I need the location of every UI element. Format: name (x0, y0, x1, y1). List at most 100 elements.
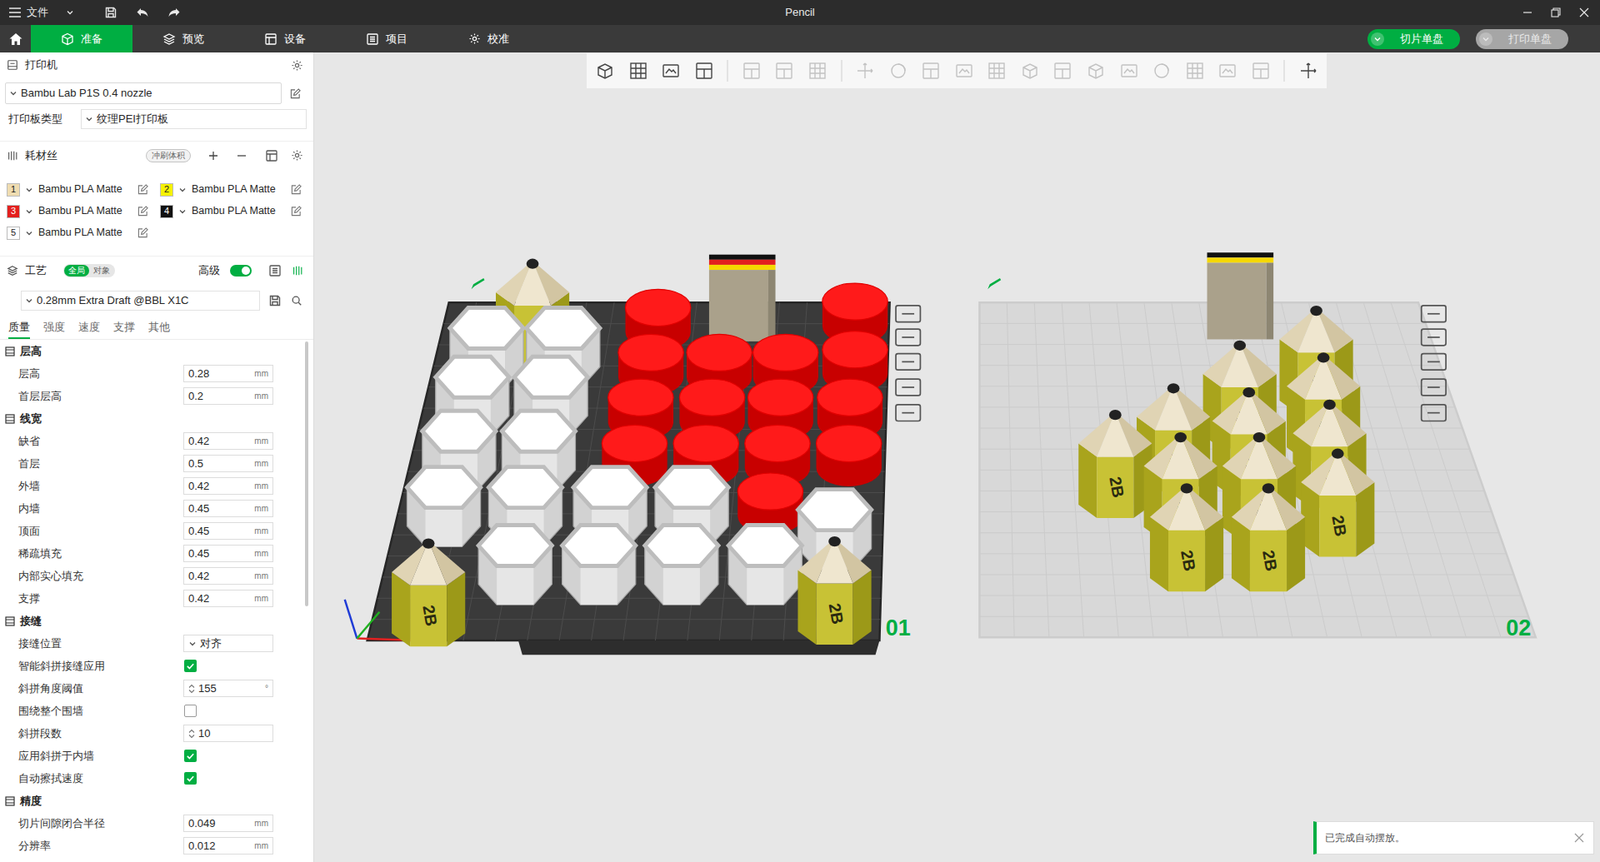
auto-orient-icon[interactable] (660, 60, 681, 81)
prime-tower[interactable] (709, 255, 776, 342)
build-plate[interactable]: 012B2B2B (345, 255, 921, 655)
setting-number[interactable]: 0.42mm (183, 432, 274, 450)
orient-icon[interactable] (895, 354, 920, 371)
printer-name[interactable]: Bambu Lab P1S 0.4 nozzle (20, 85, 153, 102)
device-icon[interactable] (264, 32, 278, 46)
home-icon[interactable] (0, 25, 31, 53)
edit-icon[interactable] (136, 184, 149, 196)
setting-spinner[interactable]: 10 (183, 725, 274, 743)
close-icon[interactable] (1578, 6, 1590, 19)
hexagon-model[interactable] (478, 525, 552, 606)
dropdown-icon[interactable] (1370, 32, 1385, 46)
plate-type-value[interactable]: 纹理PEI打印板 (96, 110, 169, 128)
preset-select[interactable]: 0.28mm Extra Draft @BBL X1C (20, 290, 260, 311)
support-paint-icon[interactable] (1052, 60, 1073, 81)
nav-tab[interactable]: 准备 (30, 25, 133, 53)
setting-number[interactable]: 0.5mm (183, 455, 274, 473)
edit-icon[interactable] (290, 205, 302, 218)
nav-tab[interactable]: 项目 (335, 25, 438, 53)
hexagon-model[interactable] (562, 525, 636, 606)
build-plate[interactable]: 022B2B2B2B2B2B2B2B2B2B2B2B (979, 252, 1535, 641)
setting-value[interactable]: 10 (198, 725, 269, 743)
chevron-icon[interactable] (178, 207, 187, 216)
setting-checkbox[interactable] (184, 750, 197, 763)
prime-tower[interactable] (1207, 252, 1275, 340)
plate-settings-icon[interactable] (895, 405, 920, 422)
setting-value[interactable]: 0.45 (188, 500, 251, 518)
nav-tab-label[interactable]: 预览 (182, 30, 205, 48)
chevron-icon[interactable] (85, 115, 94, 124)
nav-tab[interactable]: 预览 (132, 25, 235, 53)
action-label[interactable]: 打印单盘 (1499, 30, 1560, 48)
plus-icon[interactable] (206, 149, 220, 163)
gear-icon[interactable] (290, 149, 304, 163)
chevron-icon[interactable] (25, 229, 34, 238)
dropdown-icon[interactable] (1479, 32, 1493, 46)
compare-icon[interactable] (268, 264, 282, 278)
process-tab[interactable]: 其他 (148, 319, 170, 340)
scene[interactable]: 012B2B2B022B2B2B2B2B2B2B2B2B2B2B2B (314, 52, 1600, 862)
nav-tab-label[interactable]: 项目 (385, 30, 408, 48)
close-icon[interactable] (1573, 832, 1585, 845)
edit-icon[interactable] (136, 227, 149, 240)
pencil-model[interactable]: 2B (1231, 483, 1305, 592)
setting-checkbox[interactable] (184, 660, 197, 673)
setting-value[interactable]: 0.012 (188, 838, 251, 855)
seam-paint-icon[interactable] (1085, 60, 1106, 81)
setting-number[interactable]: 0.42mm (183, 590, 274, 608)
redo-icon[interactable] (166, 5, 182, 20)
sync-icon[interactable] (265, 149, 279, 163)
add-object-icon[interactable] (595, 60, 615, 81)
process-tab[interactable]: 强度 (43, 319, 65, 340)
pencil-model[interactable]: 2B (391, 538, 465, 647)
chevron-icon[interactable] (188, 640, 197, 649)
plate-type-select[interactable]: 纹理PEI打印板 (80, 109, 307, 130)
setting-checkbox[interactable] (184, 772, 197, 785)
project-icon[interactable] (365, 32, 380, 46)
text-icon[interactable] (1119, 60, 1140, 81)
edit-icon[interactable] (136, 205, 149, 218)
setting-value[interactable]: 0.2 (188, 388, 251, 405)
scrollbar-thumb[interactable] (305, 341, 309, 607)
tune-icon[interactable] (291, 265, 304, 277)
split-parts-icon[interactable] (774, 60, 795, 81)
setting-value[interactable]: 0.42 (188, 590, 251, 608)
hexagon-model[interactable] (406, 467, 480, 548)
rename-plate-icon[interactable] (471, 278, 485, 290)
setting-value[interactable]: 155 (198, 680, 262, 698)
filament-name[interactable]: Bambu PLA Matte (191, 181, 276, 198)
chevron-icon[interactable] (25, 296, 34, 305)
pencil-model[interactable]: 2B (1300, 449, 1375, 558)
process-tab[interactable]: 质量 (8, 319, 30, 340)
pencil-model[interactable]: 2B (797, 536, 871, 645)
setting-value[interactable]: 对齐 (200, 635, 269, 653)
calibration-icon[interactable] (467, 32, 481, 46)
arrange-icon[interactable] (895, 329, 920, 346)
filament-swatch[interactable]: 3 (6, 205, 20, 219)
setting-value[interactable]: 0.5 (188, 455, 251, 473)
edit-icon[interactable] (290, 184, 302, 196)
pencil-model[interactable]: 2B (1150, 483, 1224, 592)
spinner-icon[interactable] (188, 729, 195, 740)
filament-name[interactable]: Bambu PLA Matte (191, 203, 276, 220)
setting-number[interactable]: 0.2mm (183, 387, 274, 405)
restore-icon[interactable] (1550, 6, 1562, 19)
lock-icon[interactable] (1421, 379, 1446, 396)
scrollbar[interactable] (305, 341, 309, 862)
chevron-icon[interactable] (25, 207, 34, 216)
setting-value[interactable]: 0.28 (188, 365, 251, 383)
hexagon-model[interactable] (645, 525, 719, 606)
setting-checkbox[interactable] (184, 705, 197, 718)
setting-spinner[interactable]: 155° (183, 680, 274, 698)
filament-item[interactable]: 1Bambu PLA Matte (6, 180, 154, 199)
nav-tab-label[interactable]: 准备 (80, 30, 103, 48)
arrange-all-icon[interactable] (694, 60, 715, 81)
scale-icon[interactable] (920, 60, 941, 81)
filament-item[interactable]: 5Bambu PLA Matte (6, 224, 154, 242)
arrange-icon[interactable] (1421, 329, 1446, 346)
split-objects-icon[interactable] (741, 60, 762, 81)
filament-item[interactable]: 4Bambu PLA Matte (160, 202, 307, 220)
nav-tab[interactable]: 设备 (234, 25, 336, 53)
scope-toggle[interactable]: 全局对象 (63, 264, 115, 278)
pencil-model[interactable]: 2B (1078, 410, 1152, 519)
